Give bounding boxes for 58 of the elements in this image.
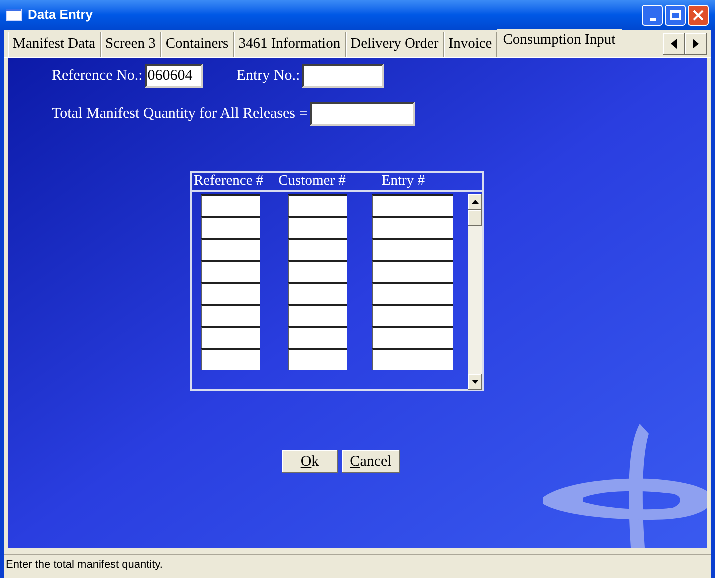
window-icon xyxy=(6,9,22,21)
grid-input-field[interactable] xyxy=(372,194,453,216)
up-arrow-icon xyxy=(472,200,478,204)
right-arrow-icon xyxy=(693,39,699,49)
grid-input-field[interactable] xyxy=(288,238,347,260)
column-header: Customer # xyxy=(278,172,346,191)
scroll-right-button[interactable] xyxy=(685,33,707,55)
cancel-button[interactable]: Cancel xyxy=(342,450,400,473)
grid-input-field[interactable] xyxy=(288,282,347,304)
tab[interactable]: Invoice xyxy=(444,32,498,57)
close-icon xyxy=(693,10,704,20)
grid-input-field[interactable] xyxy=(372,216,453,238)
grid-input-field[interactable] xyxy=(288,216,347,238)
grid-input-field[interactable] xyxy=(372,326,453,348)
scroll-thumb[interactable] xyxy=(468,210,482,226)
left-arrow-icon xyxy=(671,39,677,49)
minimize-button[interactable] xyxy=(642,4,663,26)
grid-input-field[interactable] xyxy=(372,238,453,260)
grid-input-field[interactable] xyxy=(201,282,260,304)
entry-label: Entry No.: xyxy=(236,66,300,86)
scroll-down-button[interactable] xyxy=(468,374,482,390)
scroll-up-button[interactable] xyxy=(468,194,482,210)
grid-input-field[interactable] xyxy=(372,348,453,370)
grid-input-field[interactable] xyxy=(201,238,260,260)
maximize-button[interactable] xyxy=(665,4,686,26)
ok-button[interactable]: Ok xyxy=(282,450,338,473)
down-arrow-icon xyxy=(472,380,478,384)
window-title: Data Entry xyxy=(28,6,94,24)
scroll-left-button[interactable] xyxy=(663,33,685,55)
column-header: Reference # xyxy=(194,172,264,191)
grid-input-field[interactable] xyxy=(288,304,347,326)
grid-input-field[interactable] xyxy=(288,348,347,370)
scrollbar[interactable] xyxy=(468,194,482,390)
grid-input-field[interactable] xyxy=(201,260,260,282)
reference-field[interactable]: 060604 xyxy=(144,64,203,88)
entry-field[interactable] xyxy=(302,64,384,88)
tab[interactable]: 3461 Information xyxy=(234,32,346,57)
grid-input-field[interactable] xyxy=(201,216,260,238)
column-header: Entry # xyxy=(382,172,425,191)
status-text: Enter the total manifest quantity. xyxy=(6,558,163,574)
tab[interactable]: Containers xyxy=(160,32,234,57)
tab[interactable]: Screen 3 xyxy=(100,32,161,57)
total-quantity-field[interactable] xyxy=(310,102,415,126)
grid-input-field[interactable] xyxy=(372,260,453,282)
grid-input-field[interactable] xyxy=(288,194,347,216)
grid-input-field[interactable] xyxy=(288,260,347,282)
grid-input-field[interactable] xyxy=(201,326,260,348)
reference-label: Reference No.: xyxy=(52,66,143,86)
grid-input-field[interactable] xyxy=(372,282,453,304)
grid-input-field[interactable] xyxy=(201,194,260,216)
total-quantity-label: Total Manifest Quantity for All Releases = xyxy=(52,104,308,124)
close-button[interactable] xyxy=(688,4,709,26)
tab[interactable]: Manifest Data xyxy=(8,32,101,57)
grid-input-field[interactable] xyxy=(201,304,260,326)
tab[interactable]: Delivery Order xyxy=(346,32,444,57)
grid-input-field[interactable] xyxy=(288,326,347,348)
grid-input-field[interactable] xyxy=(201,348,260,370)
grid-input-field[interactable] xyxy=(372,304,453,326)
